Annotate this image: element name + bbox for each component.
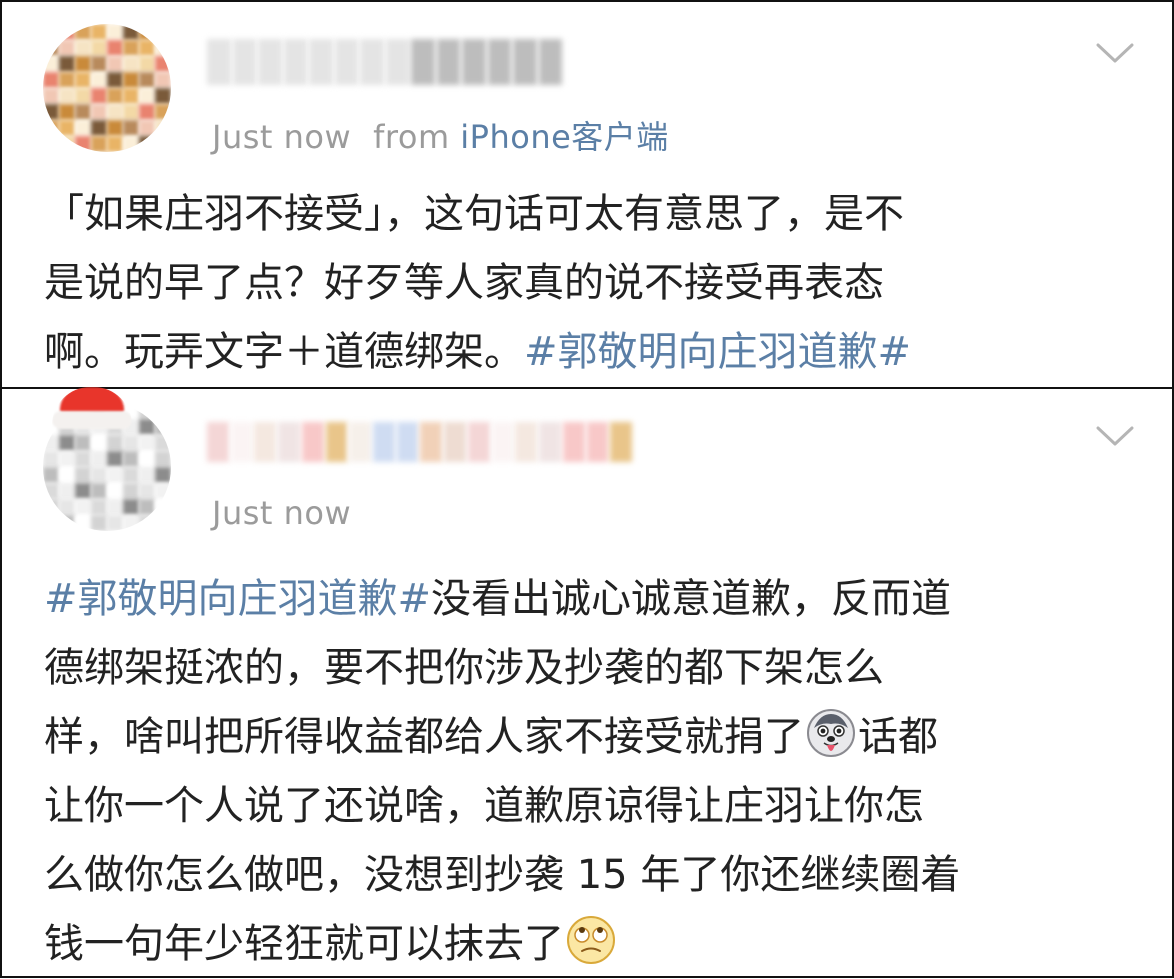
user-avatar[interactable] xyxy=(43,24,171,152)
client-source-link[interactable]: iPhone客户端 xyxy=(460,118,669,156)
comment-meta: Just now xyxy=(212,494,351,532)
chevron-down-icon[interactable] xyxy=(1096,425,1134,447)
comment-line: 是说的早了点？好歹等人家真的说不接受再表态 xyxy=(44,260,884,306)
screenshot-frame: Just now from iPhone客户端 「如果庄羽不接受」，这句话可太有意… xyxy=(0,0,1174,978)
hashtag-link[interactable]: #郭敬明向庄羽道歉# xyxy=(524,329,911,375)
from-label: from xyxy=(373,118,450,156)
timestamp: Just now xyxy=(212,118,352,156)
comment-line: 钱一句年少轻狂就可以抹去了 xyxy=(44,921,564,967)
blurred-username[interactable] xyxy=(207,422,632,462)
santa-hat-icon xyxy=(52,387,132,431)
hashtag-link[interactable]: #郭敬明向庄羽道歉# xyxy=(44,576,431,622)
comment-card: Just now from iPhone客户端 「如果庄羽不接受」，这句话可太有意… xyxy=(2,2,1172,387)
comment-line: 没看出诚心诚意道歉，反而道 xyxy=(431,576,952,622)
comment-line: 么做你怎么做吧，没想到抄袭 15 年了你还继续圈着 xyxy=(44,852,961,898)
comment-text: #郭敬明向庄羽道歉#没看出诚心诚意道歉，反而道 德绑架挺浓的，要不把你涉及抄袭的… xyxy=(44,565,1142,979)
eye-roll-emoji xyxy=(566,915,616,965)
chevron-down-icon[interactable] xyxy=(1096,42,1134,64)
comment-line: 样，啥叫把所得收益都给人家不接受就捐了 xyxy=(44,714,804,760)
comment-meta: Just now from iPhone客户端 xyxy=(212,112,669,158)
timestamp: Just now xyxy=(212,494,352,532)
husky-tongue-emoji xyxy=(806,708,856,758)
comment-line: 德绑架挺浓的，要不把你涉及抄袭的都下架怎么 xyxy=(44,645,884,691)
comment-card: Just now #郭敬明向庄羽道歉#没看出诚心诚意道歉，反而道 德绑架挺浓的，… xyxy=(2,387,1172,979)
comment-line: 「如果庄羽不接受」，这句话可太有意思了，是不 xyxy=(44,191,904,237)
blurred-username[interactable] xyxy=(207,39,562,85)
comment-line: 啊。玩弄文字＋道德绑架。 xyxy=(44,329,524,375)
comment-text: 「如果庄羽不接受」，这句话可太有意思了，是不 是说的早了点？好歹等人家真的说不接… xyxy=(44,180,1142,387)
comment-line: 话都 xyxy=(858,714,938,760)
comment-line: 让你一个人说了还说啥，道歉原谅得让庄羽让你怎 xyxy=(44,783,924,829)
